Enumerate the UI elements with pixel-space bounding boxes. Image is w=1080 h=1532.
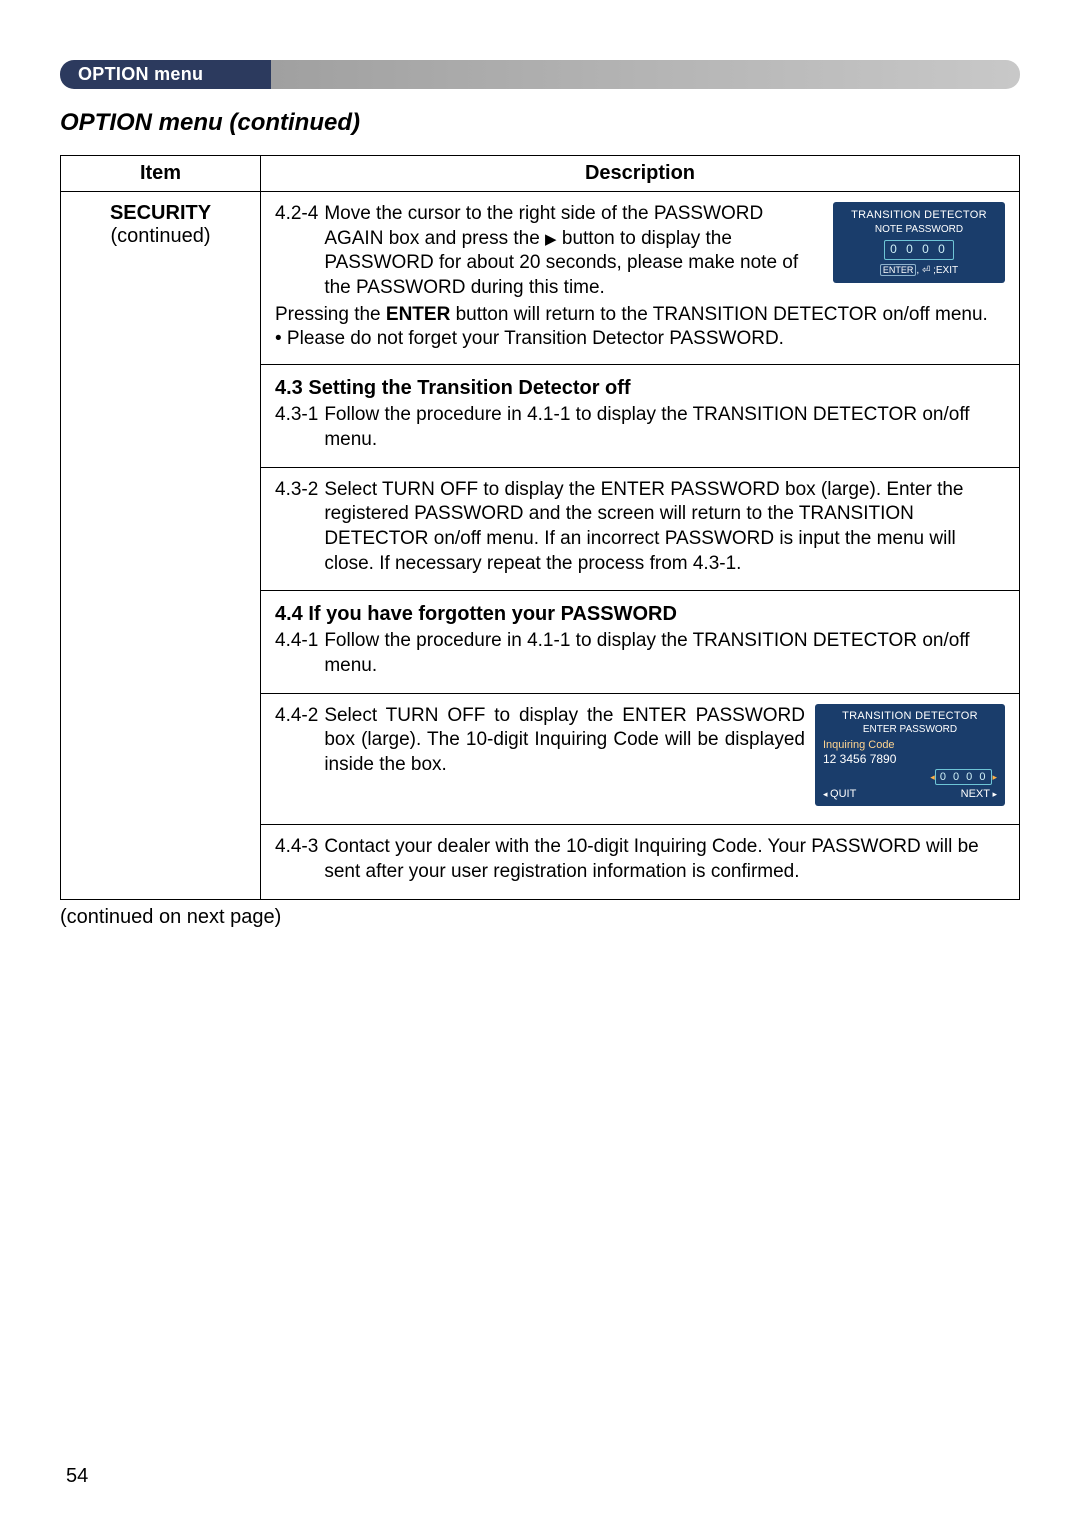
heading-4-3: 4.3 Setting the Transition Detector off xyxy=(275,375,1005,401)
osd2-digits: 0 0 0 0 xyxy=(935,769,993,785)
option-table: Item Description SECURITY (continued) TR… xyxy=(60,155,1020,900)
continued-note: (continued on next page) xyxy=(60,906,1020,929)
osd-enter-password: TRANSITION DETECTOR ENTER PASSWORD Inqui… xyxy=(815,704,1005,807)
section-title: OPTION menu (continued) xyxy=(60,109,1020,137)
osd2-subtitle: ENTER PASSWORD xyxy=(823,723,997,736)
step-num-4-4-2: 4.4-2 xyxy=(275,704,324,778)
osd1-enter-btn: ENTER xyxy=(880,264,917,276)
segment-4-4-3: 4.4-3 Contact your dealer with the 10-di… xyxy=(261,825,1019,898)
osd2-quit: QUIT xyxy=(823,787,856,801)
osd2-inq-num: 12 3456 7890 xyxy=(823,752,997,768)
page-number: 54 xyxy=(66,1465,88,1488)
item-title: SECURITY xyxy=(71,202,250,225)
segment-4-3-2: 4.3-2 Select TURN OFF to display the ENT… xyxy=(261,468,1019,592)
segment-4-2-4: TRANSITION DETECTOR NOTE PASSWORD 0 0 0 … xyxy=(261,192,1019,365)
item-cell: SECURITY (continued) xyxy=(61,192,261,900)
step-body-4-3-2: Select TURN OFF to display the ENTER PAS… xyxy=(324,478,1005,577)
osd1-exit-text: , ⏎ ;EXIT xyxy=(916,265,958,276)
segment-4-4-1: 4.4 If you have forgotten your PASSWORD … xyxy=(261,591,1019,693)
step-body-4-4-2: Select TURN OFF to display the ENTER PAS… xyxy=(324,704,805,778)
item-subtitle: (continued) xyxy=(71,225,250,248)
step-num-4-3-1: 4.3-1 xyxy=(275,403,324,452)
heading-4-4: 4.4 If you have forgotten your PASSWORD xyxy=(275,601,1005,627)
step-num-4-4-1: 4.4-1 xyxy=(275,629,324,678)
osd2-title: TRANSITION DETECTOR xyxy=(823,709,997,723)
menu-banner: OPTION menu xyxy=(60,60,1020,89)
step-num-4-4-3: 4.4-3 xyxy=(275,835,324,884)
osd2-inq-label: Inquiring Code xyxy=(823,738,997,752)
step-body-4-4-1: Follow the procedure in 4.1-1 to display… xyxy=(324,629,1005,678)
col-header-description: Description xyxy=(261,156,1020,192)
enter-bold: ENTER xyxy=(386,304,450,325)
enter-line: Pressing the ENTER button will return to… xyxy=(275,303,1005,328)
step-num-4-3-2: 4.3-2 xyxy=(275,478,324,577)
osd1-subtitle: NOTE PASSWORD xyxy=(839,223,999,236)
osd1-digits: 0 0 0 0 xyxy=(884,240,954,260)
right-arrow-icon: ▶ xyxy=(545,231,557,248)
step-body-4-3-1: Follow the procedure in 4.1-1 to display… xyxy=(324,403,1005,452)
step-body-4-4-3: Contact your dealer with the 10-digit In… xyxy=(324,835,1005,884)
arrow-right-icon: ▸ xyxy=(992,772,997,782)
osd1-title: TRANSITION DETECTOR xyxy=(839,208,999,222)
segment-4-4-2: TRANSITION DETECTOR ENTER PASSWORD Inqui… xyxy=(261,694,1019,826)
menu-banner-label: OPTION menu xyxy=(78,64,203,84)
bullet-note: • Please do not forget your Transition D… xyxy=(275,327,1005,352)
osd2-next: NEXT xyxy=(961,787,997,801)
description-cell: TRANSITION DETECTOR NOTE PASSWORD 0 0 0 … xyxy=(261,192,1020,900)
osd-note-password: TRANSITION DETECTOR NOTE PASSWORD 0 0 0 … xyxy=(833,202,1005,283)
segment-4-3-1: 4.3 Setting the Transition Detector off … xyxy=(261,365,1019,467)
step-num-4-2-4: 4.2-4 xyxy=(275,202,324,301)
col-header-item: Item xyxy=(61,156,261,192)
osd1-exitline: ENTER, ⏎ ;EXIT xyxy=(839,264,999,277)
step-body-4-2-4: Move the cursor to the right side of the… xyxy=(324,202,823,301)
